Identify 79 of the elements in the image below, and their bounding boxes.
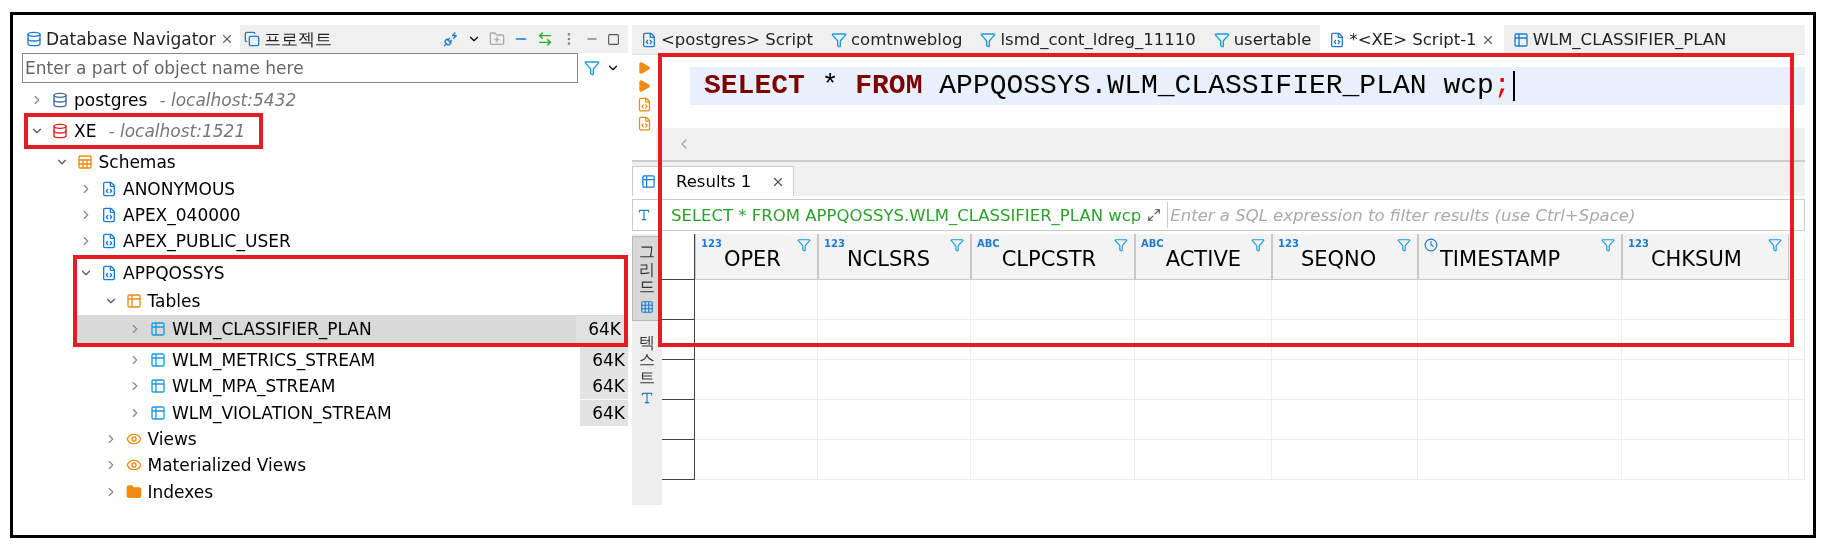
tree-item[interactable]: Schemas [22,148,628,176]
table-size: 64K [580,399,628,426]
table-size: 64K [576,315,624,342]
type-label: ABC [1141,238,1164,249]
editor-tab-label: WLM_CLASSIFIER_PLAN [1532,30,1727,49]
tree-item-label: WLM_MPA_STREAM [172,376,336,397]
column-name: ACTIVE [1165,247,1242,271]
view-tab-label: 텍스트 [639,333,655,387]
view-tab-label: 그리드 [639,243,655,296]
editor-tab-label: comtnweblog [851,30,963,49]
editor-tab[interactable]: WLM_CLASSIFIER_PLAN [1503,25,1736,54]
tree-item[interactable]: WLM_CLASSIFIER_PLAN 64K [77,314,624,343]
editor-tab-label: <postgres> Script [661,30,814,49]
table-size: 64K [580,373,628,400]
editor-tab[interactable]: <postgres> Script [632,25,823,54]
panel-tab-label: 프로젝트 [263,27,332,51]
results-tab[interactable]: Results 1 [632,166,795,196]
column-header[interactable]: 123 OPER [695,234,818,280]
search-field[interactable]: Enter a part of object name here [22,53,578,84]
type-label: 123 [1278,238,1299,249]
column-header[interactable]: 123 SEQNO [1272,234,1418,280]
column-header[interactable]: 123 NCLSRS [818,234,971,280]
tree-item[interactable]: Indexes [22,478,628,505]
tree-item-label: Tables [147,290,201,311]
tree-item-label: WLM_METRICS_STREAM [172,349,376,370]
type-label: ABC [977,238,1000,249]
editor-tab-label: usertable [1233,30,1312,49]
tree-item-label: APPQOSSYS [123,262,225,283]
editor-tab[interactable]: comtnweblog [822,25,972,54]
column-header[interactable]: 123 CHKSUM [1622,234,1789,280]
tree-item-label: WLM_CLASSIFIER_PLAN [172,318,372,339]
editor-tab-label: *<XE> Script-1 [1349,30,1477,49]
editor-tab-label: lsmd_cont_ldreg_11110 [1000,30,1196,49]
tree-item[interactable]: Materialized Views [22,452,628,479]
tree-item[interactable]: WLM_MPA_STREAM 64K [22,372,628,400]
column-name: OPER [723,247,781,271]
editor-tab[interactable]: usertable [1204,25,1321,54]
tree-item[interactable]: ANONYMOUS [22,175,628,202]
tree-item[interactable]: APEX_040000 [22,201,628,229]
editor-tab[interactable]: *<XE> Script-1 [1320,25,1504,54]
tree-item-label: APEX_PUBLIC_USER [123,231,291,252]
tree-item[interactable]: Tables [77,286,624,315]
column-header[interactable]: ABC ACTIVE [1135,234,1272,280]
tree-item-label: ANONYMOUS [123,178,236,199]
tree-item-label: Indexes [147,481,214,502]
connection-host: - localhost:5432 [159,89,297,110]
table-size: 64K [580,346,628,373]
column-header[interactable]: ABC CLPCSTR [971,234,1135,280]
query-text: SELECT * FROM APPQOSSYS.WLM_CLASSIFIER_PLAN wcp [671,205,1142,225]
tree-item-label: Schemas [98,152,176,173]
tree-item[interactable]: APPQOSSYS [77,258,624,287]
tree-item-label: Materialized Views [147,455,307,476]
type-label: 123 [1628,238,1649,249]
tree-item-label: XE [74,120,97,141]
tree-item-label: WLM_VIOLATION_STREAM [172,402,392,423]
results-tab-label: Results 1 [676,172,752,191]
column-name: NCLSRS [846,247,931,271]
tree-item-label: postgres [74,89,148,110]
panel-tab[interactable]: 프로젝트 [239,25,338,54]
tree-item-label: APEX_040000 [123,204,241,225]
connection-host: - localhost:1521 [108,120,246,141]
panel-tab[interactable]: Database Navigator [22,25,240,54]
column-name: CLPCSTR [1001,247,1097,271]
view-tab[interactable]: 텍스트 [632,326,662,412]
column-name: TIMESTAMP [1440,247,1561,271]
tree-item-label: Views [147,428,197,449]
panel-tab-label: Database Navigator [46,29,216,50]
type-label: 123 [824,238,845,249]
column-name: CHKSUM [1650,247,1742,271]
tree-item[interactable]: Views [22,425,628,453]
tree-item[interactable]: APEX_PUBLIC_USER [22,228,628,255]
tree-item[interactable]: WLM_METRICS_STREAM 64K [22,346,628,373]
editor-tab[interactable]: lsmd_cont_ldreg_11110 [971,25,1205,54]
column-header[interactable]: TIMESTAMP [1418,234,1622,280]
column-name: SEQNO [1300,247,1377,271]
tree-item[interactable]: postgres - localhost:5432 [22,86,628,113]
tree-item[interactable]: WLM_VIOLATION_STREAM 64K [22,399,628,426]
tree-item[interactable]: XE - localhost:1521 [28,116,246,145]
type-label: 123 [701,238,722,249]
